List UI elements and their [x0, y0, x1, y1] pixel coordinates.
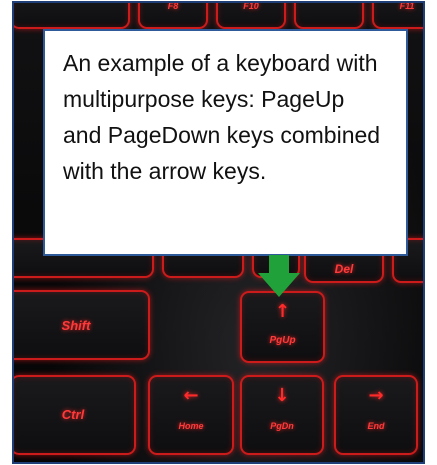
- green-down-arrow-icon: [258, 255, 300, 297]
- key-f-row-3: F10: [216, 1, 286, 29]
- key-f-row-2-label: F8: [167, 1, 179, 11]
- key-ctrl: Ctrl: [14, 375, 136, 455]
- key-f-row-1: [14, 3, 130, 29]
- key-f-row-5: F11: [372, 1, 423, 29]
- key-end-label: End: [367, 421, 385, 431]
- key-f-row-3-label: F10: [243, 1, 259, 11]
- down-arrow-icon: ↓: [274, 385, 290, 406]
- key-end: → End: [334, 375, 418, 455]
- key-f-row-2: F8: [138, 1, 208, 29]
- key-home-label: Home: [178, 421, 204, 431]
- key-pgdn: ↓ PgDn: [240, 375, 324, 455]
- key-pgup: ↑ PgUp: [240, 291, 325, 363]
- up-arrow-icon: ↑: [274, 301, 291, 322]
- right-arrow-icon: →: [368, 385, 384, 406]
- key-f-row-5-label: F11: [399, 1, 415, 11]
- key-pgdn-label: PgDn: [270, 421, 294, 431]
- left-arrow-icon: ←: [183, 385, 199, 406]
- callout-text: An example of a keyboard with multipurpo…: [63, 50, 381, 184]
- key-home: ← Home: [148, 375, 234, 455]
- key-ctrl-label: Ctrl: [61, 407, 85, 422]
- key-shift: Shift: [14, 290, 150, 360]
- key-shift-label: Shift: [61, 318, 91, 333]
- key-f-row-4: [294, 3, 364, 29]
- key-pgup-label: PgUp: [269, 335, 296, 346]
- callout-box: An example of a keyboard with multipurpo…: [43, 29, 408, 256]
- key-del-label: Del: [334, 262, 354, 276]
